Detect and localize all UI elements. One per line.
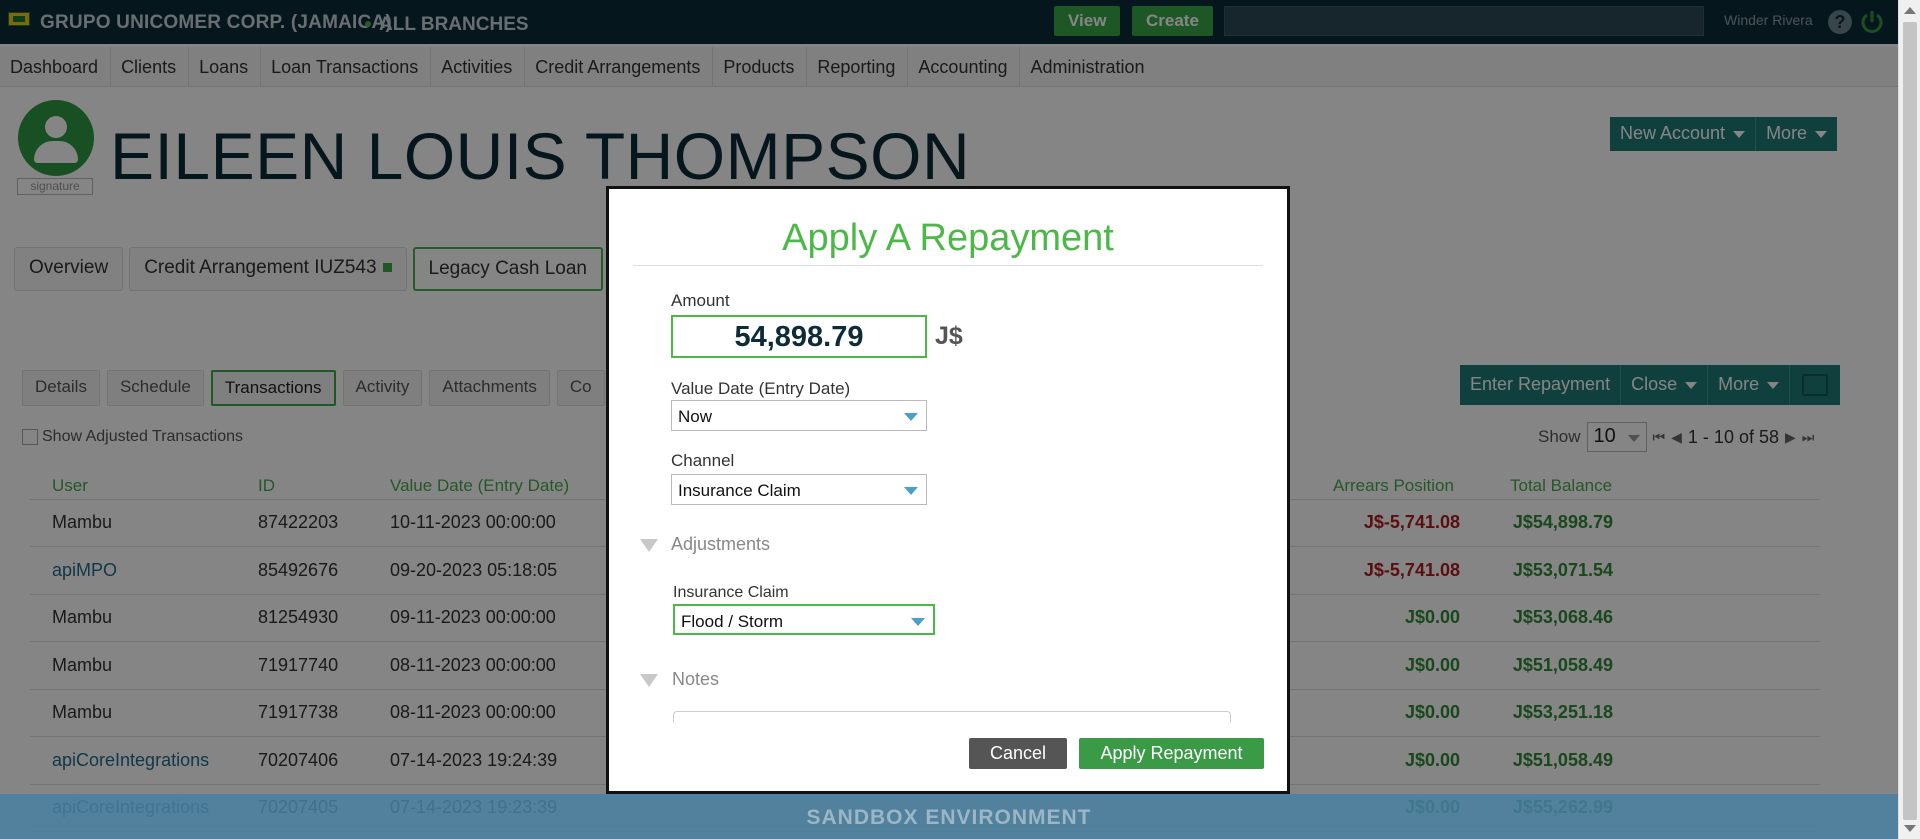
apply-repayment-dialog: Apply A Repayment Amount 54,898.79 J$ Va… [606, 186, 1290, 794]
insurance-claim-label: Insurance Claim [673, 584, 789, 601]
sandbox-banner: SANDBOX ENVIRONMENT [0, 794, 1898, 839]
channel-select[interactable]: Insurance Claim [671, 474, 927, 505]
chevron-down-icon [904, 413, 918, 421]
scroll-down-icon[interactable] [1904, 825, 1916, 832]
currency-label: J$ [935, 322, 963, 350]
chevron-down-icon [911, 618, 925, 626]
scroll-up-icon[interactable] [1904, 7, 1916, 14]
adjustments-section-header[interactable]: Adjustments [671, 534, 770, 555]
amount-input[interactable]: 54,898.79 [671, 315, 927, 358]
collapse-adjustments-icon[interactable] [640, 539, 658, 552]
dialog-title: Apply A Repayment [782, 217, 1114, 259]
value-date-select[interactable]: Now [671, 400, 927, 431]
divider [633, 265, 1263, 266]
amount-label: Amount [671, 291, 730, 310]
apply-repayment-button[interactable]: Apply Repayment [1079, 738, 1264, 769]
collapse-notes-icon[interactable] [640, 674, 658, 687]
channel-label: Channel [671, 451, 735, 470]
insurance-claim-select[interactable]: Flood / Storm [673, 604, 935, 635]
page-scrollbar[interactable] [1898, 0, 1920, 839]
notes-textarea[interactable] [673, 711, 1231, 723]
scroll-thumb[interactable] [1903, 22, 1917, 820]
chevron-down-icon [904, 487, 918, 495]
cancel-button[interactable]: Cancel [969, 738, 1067, 769]
notes-section-header[interactable]: Notes [672, 669, 719, 690]
value-date-label: Value Date (Entry Date) [671, 379, 851, 398]
